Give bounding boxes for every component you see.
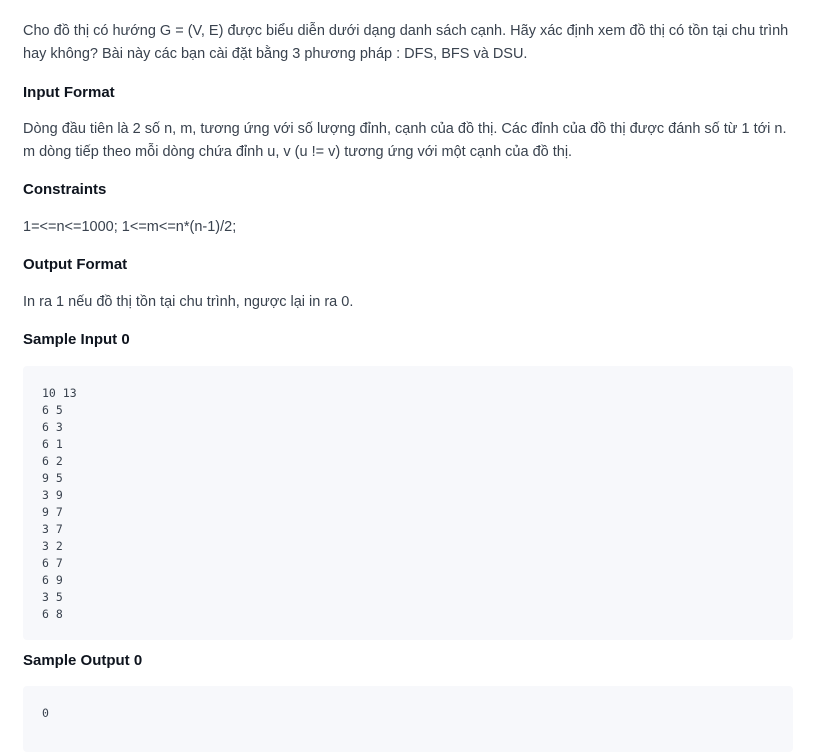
code-line: 3 5: [42, 590, 63, 604]
input-format-heading: Input Format: [23, 84, 115, 101]
code-line: 6 1: [42, 437, 63, 451]
code-line: 6 7: [42, 556, 63, 570]
code-line: 9 5: [42, 471, 63, 485]
constraints-heading: Constraints: [23, 181, 107, 198]
code-line: 3 2: [42, 539, 63, 553]
sample-input-heading: Sample Input 0: [23, 331, 130, 348]
problem-description: Cho đồ thị có hướng G = (V, E) được biểu…: [23, 23, 789, 62]
code-line: 0: [42, 706, 49, 720]
code-line: 6 2: [42, 454, 63, 468]
constraints-text: 1=<=n<=1000; 1<=m<=n*(n-1)/2;: [23, 219, 237, 235]
code-line: 3 9: [42, 488, 63, 502]
code-line: 10 13: [42, 386, 77, 400]
output-format-heading: Output Format: [23, 256, 128, 273]
code-line: 6 3: [42, 420, 63, 434]
input-format-text: Dòng đầu tiên là 2 số n, m, tương ứng vớ…: [23, 121, 787, 160]
sample-output-code: 0: [23, 686, 793, 752]
code-line: 3 7: [42, 522, 63, 536]
sample-input-code: 10 13 6 5 6 3 6 1 6 2 9 5 3 9 9 7 3 7 3 …: [23, 366, 793, 640]
code-line: 9 7: [42, 505, 63, 519]
output-format-text: In ra 1 nếu đồ thị tồn tại chu trình, ng…: [23, 294, 354, 310]
code-line: 6 9: [42, 573, 63, 587]
code-line: 6 5: [42, 403, 63, 417]
sample-output-heading: Sample Output 0: [23, 652, 143, 669]
code-line: 6 8: [42, 607, 63, 621]
